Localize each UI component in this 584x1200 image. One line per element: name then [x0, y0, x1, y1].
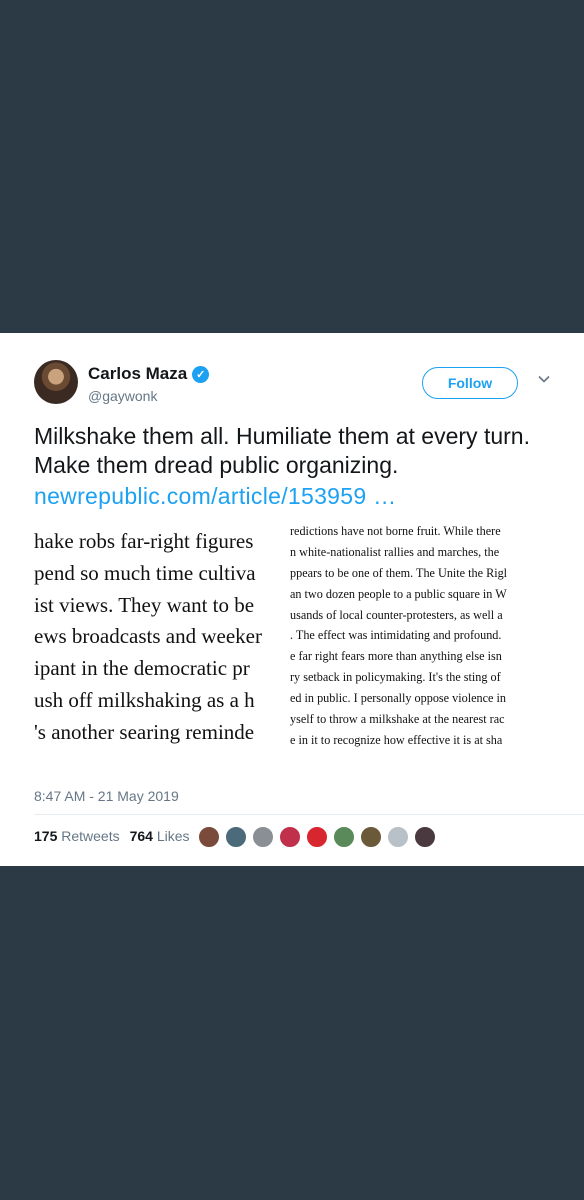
article-line: ush off milkshaking as a h	[34, 687, 255, 712]
article-line: n white-nationalist rallies and marches,…	[290, 544, 500, 559]
author-name[interactable]: Carlos Maza	[88, 364, 187, 384]
article-left-column: hake robs far-right figures pend so much…	[34, 526, 292, 749]
retweets-stat[interactable]: 175 Retweets	[34, 828, 120, 844]
author-handle[interactable]: @gaywonk	[88, 388, 157, 404]
article-line: pend so much time cultiva	[34, 560, 256, 585]
likes-label: Likes	[156, 828, 190, 844]
article-line: hake robs far-right figures	[34, 529, 254, 553]
likes-count: 764	[129, 828, 153, 844]
follow-button[interactable]: Follow	[422, 367, 518, 399]
author-name-row[interactable]: Carlos Maza ✓	[88, 364, 210, 384]
liker-avatar[interactable]	[225, 826, 247, 848]
liker-avatar[interactable]	[414, 826, 436, 848]
avatar[interactable]	[34, 360, 78, 404]
article-line: . The effect was intimidating and profou…	[290, 628, 502, 643]
divider	[34, 814, 584, 815]
chevron-down-icon[interactable]	[537, 372, 551, 386]
article-line: an two dozen people to a public square i…	[290, 586, 507, 601]
article-line: ipant in the democratic pr	[34, 656, 250, 681]
article-screenshot-image[interactable]: hake robs far-right figures pend so much…	[34, 516, 584, 769]
retweets-count: 175	[34, 828, 58, 844]
article-line: redictions have not borne fruit. While t…	[290, 524, 501, 538]
article-line: 's another searing reminde	[34, 719, 255, 744]
liker-avatar[interactable]	[306, 826, 328, 848]
article-line: ppears to be one of them. The Unite the …	[290, 565, 508, 580]
article-link[interactable]: newrepublic.com/article/153959 …	[34, 482, 574, 511]
tweet-body: Milkshake them all. Humiliate them at ev…	[34, 423, 530, 478]
article-line: yself to throw a milkshake at the neares…	[290, 712, 505, 727]
liker-avatars	[198, 826, 436, 848]
tweet-timestamp[interactable]: 8:47 AM - 21 May 2019	[34, 788, 179, 804]
liker-avatar[interactable]	[279, 826, 301, 848]
article-line: ews broadcasts and weeker	[34, 624, 262, 649]
verified-badge-icon: ✓	[192, 365, 210, 383]
liker-avatar[interactable]	[333, 826, 355, 848]
liker-avatar[interactable]	[360, 826, 382, 848]
article-line: e far right fears more than anything els…	[290, 649, 502, 664]
tweet-text: Milkshake them all. Humiliate them at ev…	[34, 422, 574, 511]
article-line: usands of local counter-protesters, as w…	[290, 607, 503, 622]
engagement-stats: 175 Retweets 764 Likes	[34, 828, 190, 844]
liker-avatar[interactable]	[198, 826, 220, 848]
article-line: e in it to recognize how effective it is…	[290, 732, 503, 747]
article-line: ry setback in policymaking. It's the sti…	[290, 670, 501, 685]
article-right-column: redictions have not borne fruit. While t…	[290, 521, 584, 751]
article-line: ed in public. I personally oppose violen…	[290, 691, 506, 706]
retweets-label: Retweets	[61, 828, 120, 844]
liker-avatar[interactable]	[387, 826, 409, 848]
liker-avatar[interactable]	[252, 826, 274, 848]
likes-stat[interactable]: 764 Likes	[130, 828, 190, 844]
article-line: ist views. They want to be	[34, 592, 255, 617]
